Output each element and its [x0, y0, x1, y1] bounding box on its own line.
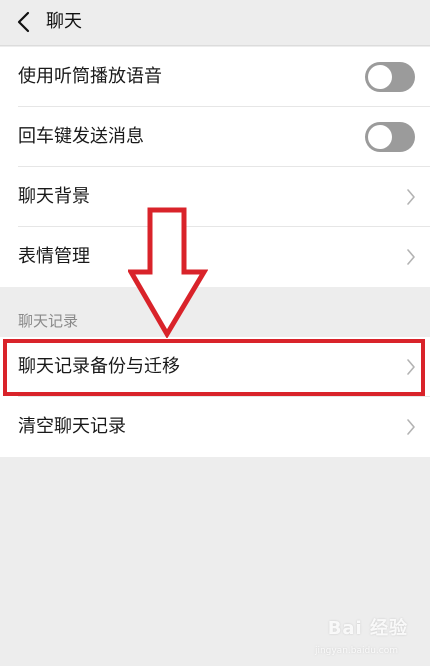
- setting-row-stickers[interactable]: 表情管理: [0, 227, 430, 287]
- chevron-right-icon: [406, 248, 416, 266]
- chevron-right-icon: [406, 358, 416, 376]
- setting-row-earpiece[interactable]: 使用听筒播放语音: [0, 47, 430, 107]
- history-group: 聊天记录备份与迁移 清空聊天记录: [0, 337, 430, 457]
- setting-row-backup-migrate[interactable]: 聊天记录备份与迁移: [0, 337, 430, 397]
- back-button[interactable]: [12, 8, 38, 36]
- setting-label: 表情管理: [18, 246, 90, 267]
- toggle-knob: [368, 65, 392, 89]
- watermark-logo: Bai 经验: [327, 618, 408, 639]
- setting-label: 回车键发送消息: [18, 126, 144, 147]
- toggle-knob: [368, 125, 392, 149]
- enter-send-toggle[interactable]: [365, 122, 415, 152]
- chevron-right-icon: [406, 188, 416, 206]
- earpiece-toggle[interactable]: [365, 62, 415, 92]
- setting-label: 聊天记录备份与迁移: [18, 356, 180, 377]
- section-header-chat-history: 聊天记录: [18, 312, 79, 330]
- setting-row-enter-send[interactable]: 回车键发送消息: [0, 107, 430, 167]
- setting-label: 聊天背景: [18, 186, 90, 207]
- setting-row-clear-history[interactable]: 清空聊天记录: [0, 397, 430, 457]
- chevron-right-icon: [406, 418, 416, 436]
- setting-row-chat-background[interactable]: 聊天背景: [0, 167, 430, 227]
- page-title: 聊天: [46, 11, 82, 32]
- setting-label: 使用听筒播放语音: [18, 66, 162, 87]
- settings-group: 使用听筒播放语音 回车键发送消息 聊天背景 表情管理: [0, 47, 430, 287]
- setting-label: 清空聊天记录: [18, 416, 126, 437]
- watermark-url: jingyan.baidu.com: [314, 646, 398, 656]
- chevron-left-icon: [17, 11, 30, 33]
- nav-header: 聊天: [0, 0, 430, 46]
